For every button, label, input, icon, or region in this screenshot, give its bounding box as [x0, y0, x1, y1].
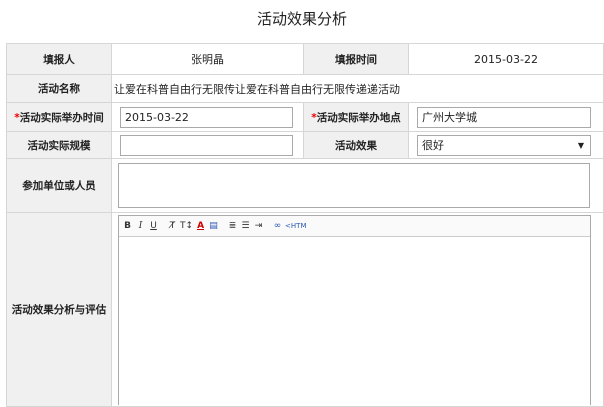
scale-input[interactable]: [120, 134, 293, 156]
actual-place-cell: 广州大学城: [408, 102, 604, 132]
effect-select[interactable]: 很好 ▼: [417, 134, 591, 156]
editor-toolbar: B I U T̸ T↕ A ▤ ≣ ☰ ⇥ ∞ <HTM: [119, 216, 590, 237]
link-icon[interactable]: ∞: [272, 220, 283, 233]
report-time-value: 2015-03-22: [408, 43, 604, 75]
actual-place-label-cell: *活动实际举办地点: [303, 102, 409, 132]
effect-selected-value: 很好: [422, 138, 444, 152]
ordered-list-button[interactable]: ≣: [227, 220, 238, 233]
toolbar-separator: [266, 220, 270, 233]
actual-time-label: 活动实际举办时间: [19, 111, 104, 124]
clear-format-button[interactable]: T̸: [167, 220, 178, 233]
editor-content-area[interactable]: [119, 237, 590, 406]
toolbar-separator: [221, 220, 225, 233]
analysis-cell: B I U T̸ T↕ A ▤ ≣ ☰ ⇥ ∞ <HTM: [111, 212, 604, 407]
analysis-label: 活动效果分析与评估: [6, 212, 112, 407]
bg-color-button[interactable]: ▤: [208, 220, 219, 233]
row-participants: 参加单位或人员: [6, 158, 604, 213]
reporter-label: 填报人: [6, 43, 112, 75]
scale-cell: [111, 131, 304, 159]
effect-label: 活动效果: [303, 131, 409, 159]
reporter-value: 张明晶: [111, 43, 304, 75]
actual-place-input[interactable]: 广州大学城: [417, 106, 591, 128]
page-title: 活动效果分析: [256, 10, 347, 28]
bold-button[interactable]: B: [122, 220, 133, 233]
toolbar-separator: [161, 220, 165, 233]
underline-button[interactable]: U: [148, 220, 159, 233]
font-size-button[interactable]: T↕: [180, 220, 193, 233]
font-color-button[interactable]: A: [195, 220, 206, 233]
participants-label: 参加单位或人员: [6, 158, 112, 213]
participants-textarea[interactable]: [118, 163, 590, 208]
row-analysis: 活动效果分析与评估 B I U T̸ T↕ A ▤ ≣ ☰ ⇥ ∞ <HTM: [6, 212, 604, 407]
actual-time-label-cell: *活动实际举办时间: [6, 102, 112, 132]
rich-text-editor: B I U T̸ T↕ A ▤ ≣ ☰ ⇥ ∞ <HTM: [118, 215, 591, 406]
indent-button[interactable]: ⇥: [253, 220, 264, 233]
scale-label: 活动实际规模: [6, 131, 112, 159]
activity-effect-form: 填报人 张明晶 填报时间 2015-03-22 活动名称 让爱在科普自由行无限传…: [6, 43, 604, 407]
actual-place-label: 活动实际举办地点: [316, 111, 401, 124]
html-source-button[interactable]: <HTM: [285, 220, 306, 233]
actual-time-cell: 2015-03-22: [111, 102, 304, 132]
report-time-label: 填报时间: [303, 43, 409, 75]
unordered-list-button[interactable]: ☰: [240, 220, 251, 233]
row-actual-time-place: *活动实际举办时间 2015-03-22 *活动实际举办地点 广州大学城: [6, 102, 604, 132]
participants-cell: [111, 158, 604, 213]
activity-name-value: 让爱在科普自由行无限传让爱在科普自由行无限传递递活动: [111, 74, 604, 103]
actual-time-input[interactable]: 2015-03-22: [120, 106, 293, 128]
row-scale-effect: 活动实际规模 活动效果 很好 ▼: [6, 131, 604, 159]
italic-button[interactable]: I: [135, 220, 146, 233]
row-reporter: 填报人 张明晶 填报时间 2015-03-22: [6, 43, 604, 75]
effect-cell: 很好 ▼: [408, 131, 604, 159]
activity-name-label: 活动名称: [6, 74, 112, 103]
chevron-down-icon: ▼: [577, 140, 584, 150]
row-activity-name: 活动名称 让爱在科普自由行无限传让爱在科普自由行无限传递递活动: [6, 74, 604, 103]
